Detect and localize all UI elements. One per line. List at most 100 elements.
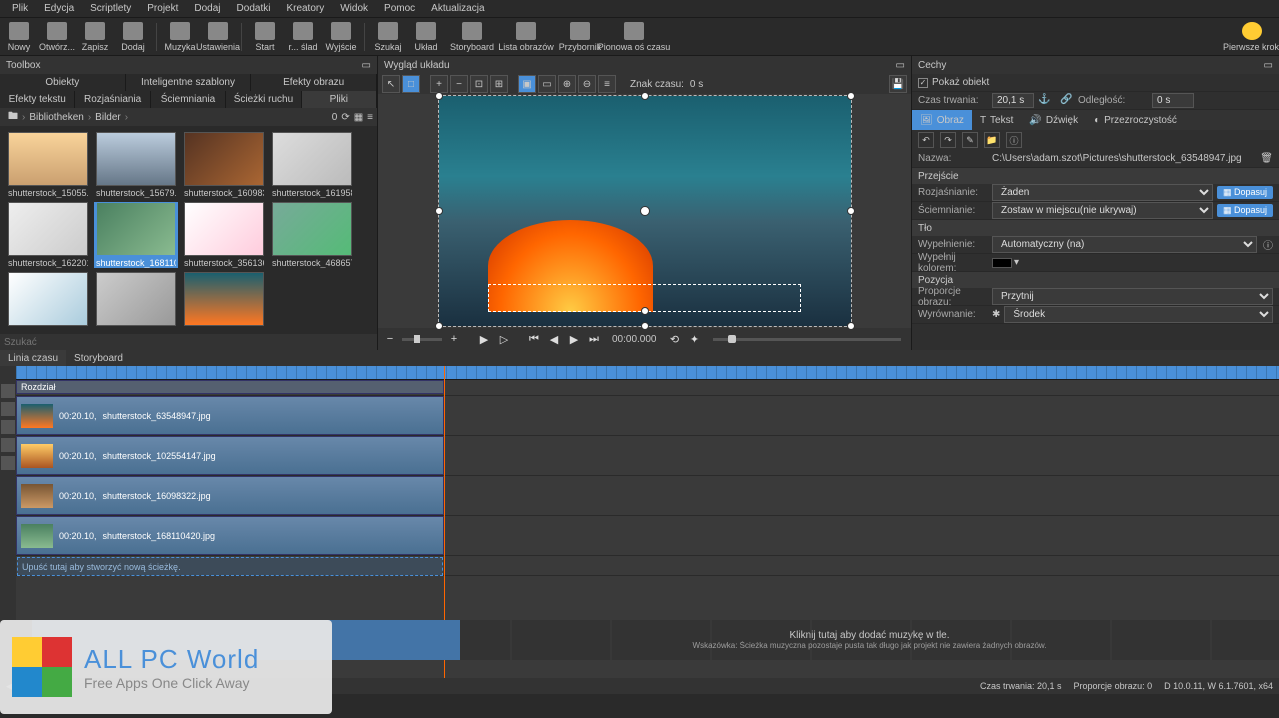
lock-icon[interactable]: ⚓	[1038, 94, 1052, 108]
track-icon[interactable]	[1, 420, 15, 434]
prev-icon[interactable]: ◀	[546, 331, 562, 347]
thumb-item[interactable]: shutterstock_161958...	[270, 132, 354, 198]
preview-canvas[interactable]	[378, 94, 911, 328]
cursor-icon[interactable]: ↖	[382, 75, 400, 93]
tab-image[interactable]: 🖼 Obraz	[912, 110, 972, 130]
tool-imagelist[interactable]: Lista obrazów	[499, 18, 553, 56]
chapter-clip[interactable]: Rozdział	[16, 380, 444, 394]
fx-icon[interactable]: ✦	[687, 331, 703, 347]
clear-icon[interactable]: 🗑	[1260, 153, 1273, 164]
zoom-fit-icon[interactable]: ⊡	[470, 75, 488, 93]
link-icon[interactable]: 🔗	[1060, 94, 1074, 108]
thumb-item[interactable]: shutterstock_35613667	[182, 202, 266, 268]
menu-item[interactable]: Dodaj	[186, 3, 228, 14]
align-icon[interactable]: ≡	[598, 75, 616, 93]
aspect-select[interactable]: Przytnij	[992, 288, 1273, 305]
fill-select[interactable]: Automatyczny (na)	[992, 236, 1257, 253]
tab-fadein[interactable]: Rozjaśniania	[75, 91, 150, 108]
info-icon[interactable]: ⓘ	[1263, 237, 1273, 252]
loop-icon[interactable]: ⟲	[667, 331, 683, 347]
thumb-item[interactable]: shutterstock_46865710	[270, 202, 354, 268]
fadein-select[interactable]: Żaden	[992, 184, 1213, 201]
timeline-clip[interactable]: 00:20.10, shutterstock_168110420.jpg	[16, 516, 444, 555]
play-icon[interactable]: ▶	[476, 331, 492, 347]
menu-item[interactable]: Edycja	[36, 3, 82, 14]
zoom-out-icon[interactable]: −	[382, 331, 398, 347]
first-icon[interactable]: ⏮	[526, 331, 542, 347]
tool-open[interactable]: Otwórz...	[38, 18, 76, 56]
thumb-item[interactable]: shutterstock_16098322	[182, 132, 266, 198]
tool-settings[interactable]: Ustawienia	[199, 18, 237, 56]
refresh-icon[interactable]: ⟳	[341, 112, 349, 123]
search-input[interactable]	[4, 337, 373, 348]
info-icon[interactable]: ⓘ	[1006, 132, 1022, 148]
tool-step[interactable]: r... ślad	[284, 18, 322, 56]
tool-save[interactable]: Zapisz	[76, 18, 114, 56]
resize-handle[interactable]	[847, 92, 855, 100]
thumb-item[interactable]: shutterstock_162201...	[6, 202, 90, 268]
track-icon[interactable]	[1, 438, 15, 452]
timeline-clip[interactable]: 00:20.10, shutterstock_102554147.jpg	[16, 436, 444, 475]
resize-handle[interactable]	[435, 207, 443, 215]
close-icon[interactable]: ▭	[362, 60, 371, 71]
menu-item[interactable]: Dodatki	[229, 3, 279, 14]
sel-mode-icon[interactable]: ▣	[518, 75, 536, 93]
canvas-object[interactable]	[438, 95, 852, 327]
tab-objects[interactable]: Obiekty	[0, 74, 126, 91]
tab-sound[interactable]: 🔊 Dźwięk	[1021, 110, 1086, 130]
fit-button[interactable]: ▦ Dopasuj	[1217, 204, 1273, 217]
tool-play[interactable]: Start	[246, 18, 284, 56]
track-icon[interactable]	[1, 384, 15, 398]
menu-item[interactable]: Plik	[4, 3, 36, 14]
tab-storyboard[interactable]: Storyboard	[66, 350, 131, 366]
timeline-clip[interactable]: 00:20.10, shutterstock_16098322.jpg	[16, 476, 444, 515]
caption-box[interactable]	[488, 284, 801, 312]
tool-firststeps[interactable]: Pierwsze kroki	[1225, 18, 1279, 56]
tool-vtimeline[interactable]: Pionowa oś czasu	[607, 18, 661, 56]
thumb-item[interactable]	[6, 272, 90, 328]
timeline-ruler[interactable]	[16, 366, 1279, 380]
zoom-in-icon[interactable]: +	[446, 331, 462, 347]
edit-icon[interactable]: ✎	[962, 132, 978, 148]
tab-fadeout[interactable]: Ściemniania	[151, 91, 226, 108]
resize-handle[interactable]	[641, 322, 649, 330]
drop-track[interactable]: Upuść tutaj aby stworzyć nową ścieżkę.	[17, 557, 443, 576]
tab-imgfx[interactable]: Efekty obrazu	[251, 74, 377, 91]
menu-item[interactable]: Aktualizacja	[423, 3, 492, 14]
duration-input[interactable]	[992, 93, 1034, 108]
close-icon[interactable]: ▭	[1264, 60, 1273, 71]
fit-button[interactable]: ▦ Dopasuj	[1217, 186, 1273, 199]
thumb-item[interactable]: shutterstock_168110...	[94, 202, 178, 268]
resize-handle[interactable]	[435, 92, 443, 100]
next-icon[interactable]: ▶	[566, 331, 582, 347]
color-swatch[interactable]	[992, 258, 1012, 268]
tool-layout[interactable]: Układ	[407, 18, 445, 56]
menu-item[interactable]: Scriptlety	[82, 3, 139, 14]
track-icon[interactable]	[1, 456, 15, 470]
tool-music[interactable]: Muzyka	[161, 18, 199, 56]
menu-item[interactable]: Projekt	[139, 3, 186, 14]
layout-icon[interactable]: ▦	[354, 112, 363, 123]
thumb-item[interactable]	[182, 272, 266, 328]
zoom-in-icon[interactable]: +	[430, 75, 448, 93]
tab-templates[interactable]: Inteligentne szablony	[126, 74, 252, 91]
zoom-out-icon[interactable]: −	[450, 75, 468, 93]
grid-icon[interactable]: ⊞	[490, 75, 508, 93]
tab-motion[interactable]: Ścieżki ruchu	[226, 91, 301, 108]
breadcrumb-lib[interactable]: Bibliotheken	[25, 112, 87, 123]
seek-slider[interactable]	[713, 338, 902, 341]
tool-add[interactable]: Dodaj	[114, 18, 152, 56]
thumb-item[interactable]	[94, 272, 178, 328]
folder-icon[interactable]: 📁	[984, 132, 1000, 148]
offset-input[interactable]	[1152, 93, 1194, 108]
tool-export[interactable]: Wyjście	[322, 18, 360, 56]
track-icon[interactable]	[1, 402, 15, 416]
resize-handle[interactable]	[641, 92, 649, 100]
menu-item[interactable]: Pomoc	[376, 3, 423, 14]
add-icon[interactable]: ⊕	[558, 75, 576, 93]
tab-textfx[interactable]: Efekty tekstu	[0, 91, 75, 108]
thumb-item[interactable]: shutterstock_15055...	[6, 132, 90, 198]
tool-storyboard[interactable]: Storyboard	[445, 18, 499, 56]
crop-icon[interactable]: ▭	[538, 75, 556, 93]
tab-timeline[interactable]: Linia czasu	[0, 350, 66, 366]
